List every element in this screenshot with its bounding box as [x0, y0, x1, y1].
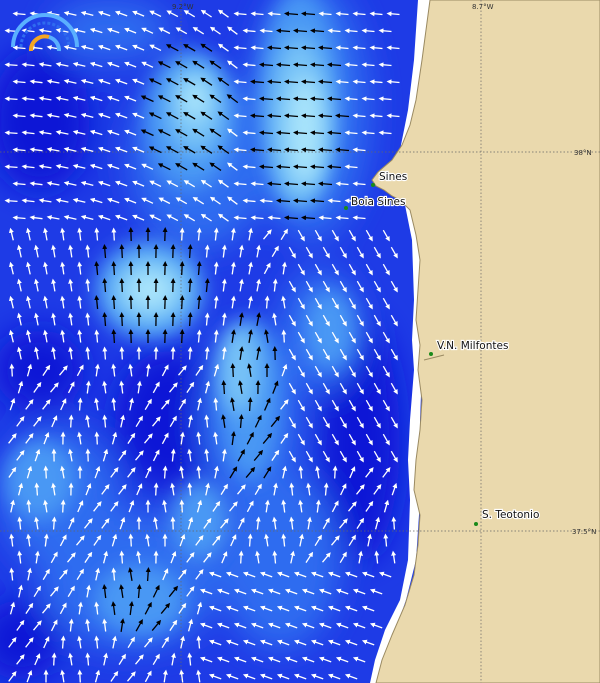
current-arrow: [111, 329, 117, 344]
current-arrow: [77, 397, 83, 411]
current-arrow: [179, 499, 185, 513]
current-arrow: [179, 227, 185, 241]
place-dot: [429, 352, 433, 356]
current-arrow: [51, 516, 57, 530]
current-arrow: [9, 363, 15, 377]
place-boia-sines[interactable]: Boia Sines: [344, 195, 407, 210]
current-arrow: [111, 295, 117, 310]
current-arrow: [34, 482, 40, 496]
current-arrow: [391, 516, 397, 530]
current-arrow: [102, 346, 108, 360]
current-arrow: [119, 312, 125, 327]
lon-label-9-2w: 9.2°W: [172, 3, 194, 11]
current-arrow: [264, 295, 270, 309]
lon-label-8-7w: 8.7°W: [472, 3, 494, 11]
place-dot: [474, 522, 478, 526]
current-arrow: [238, 550, 244, 564]
current-arrow: [187, 346, 193, 360]
current-arrow: [4, 164, 18, 170]
place-dot: [344, 206, 348, 210]
current-arrow: [145, 567, 151, 582]
current-arrow: [247, 397, 253, 412]
current-arrow: [179, 295, 185, 310]
current-arrow: [111, 227, 117, 241]
current-arrow: [51, 652, 57, 666]
current-arrow: [221, 380, 227, 395]
current-arrow: [68, 414, 74, 428]
current-arrow: [43, 465, 49, 479]
lat-label-38n: 38°N: [574, 149, 592, 157]
lat-label-37-5n: 37.5°N: [572, 528, 596, 536]
current-arrow: [179, 329, 185, 344]
current-arrow: [4, 130, 18, 136]
place-label: V.N. Milfontes: [437, 340, 508, 352]
place-label: Sines: [379, 171, 407, 183]
current-arrow: [4, 96, 18, 102]
current-arrow: [4, 62, 18, 68]
current-arrow: [247, 533, 253, 547]
place-label: Boia Sines: [351, 196, 405, 208]
current-arrow: [4, 198, 18, 204]
current-arrow: [162, 465, 168, 479]
current-arrow: [94, 431, 100, 445]
current-arrow: [119, 244, 125, 259]
current-arrow: [119, 278, 125, 293]
current-arrow: [179, 261, 185, 276]
current-map[interactable]: 9.2°W 8.7°W 38°N 37.5°N Sines Boia Sines…: [0, 0, 600, 683]
current-arrow: [281, 329, 287, 343]
current-arrow: [187, 278, 193, 293]
current-arrow: [119, 550, 125, 564]
place-label: S. Teotonio: [482, 509, 539, 521]
current-arrow: [230, 363, 236, 378]
place-dot: [371, 183, 375, 187]
current-arrow: [60, 635, 66, 649]
current-arrow: [187, 244, 193, 259]
current-arrow: [332, 465, 338, 479]
current-arrow: [60, 499, 66, 513]
current-arrow: [187, 312, 193, 327]
current-arrow: [153, 482, 159, 496]
current-arrow: [119, 346, 125, 360]
map-canvas: 9.2°W 8.7°W 38°N 37.5°N Sines Boia Sines…: [0, 0, 600, 683]
current-arrow: [77, 669, 83, 683]
current-arrow: [111, 261, 117, 276]
current-arrow: [128, 533, 134, 547]
